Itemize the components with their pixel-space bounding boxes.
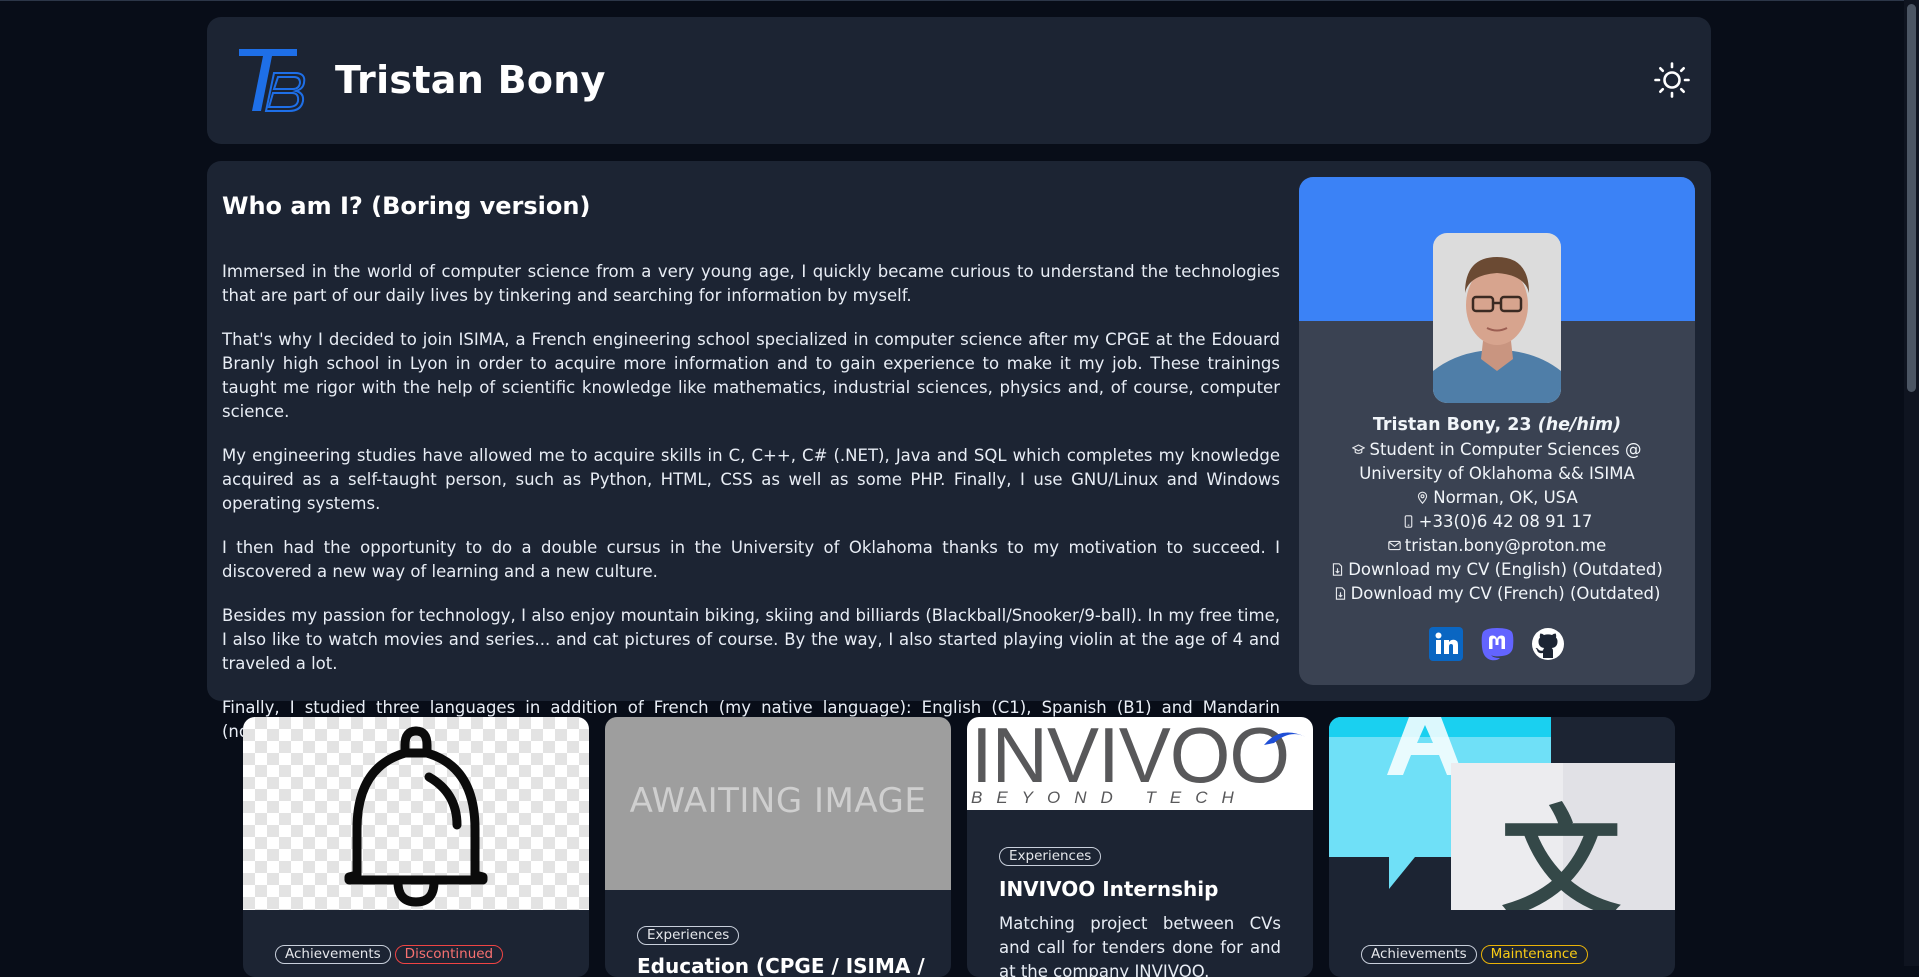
tag-experiences[interactable]: Experiences [637, 926, 740, 945]
translate-glyph: 文 [1501, 795, 1621, 910]
profile-email[interactable]: tristan.bony@proton.me [1299, 534, 1695, 558]
tag-maintenance[interactable]: Maintenance [1480, 945, 1588, 964]
card-tags: Achievements Maintenance [1361, 943, 1592, 964]
email-text: tristan.bony@proton.me [1404, 536, 1607, 555]
github-icon[interactable] [1531, 627, 1565, 661]
bio-paragraph: Besides my passion for technology, I als… [222, 606, 1280, 673]
file-download-icon [1334, 583, 1347, 600]
profile-location: Norman, OK, USA [1299, 486, 1695, 510]
profile-name: Tristan Bony, 23 (he/him) [1299, 412, 1695, 438]
location-text: Norman, OK, USA [1433, 488, 1578, 507]
graduation-cap-icon [1352, 439, 1366, 454]
bio-paragraph: That's why I decided to join ISIMA, a Fr… [222, 330, 1280, 421]
cv-english-text: Download my CV (English) (Outdated) [1348, 560, 1663, 579]
invivoo-logo: INVIVOO BEYOND TECH [967, 717, 1313, 810]
card-tags: Achievements Discontinued [275, 943, 507, 964]
about-heading: Who am I? (Boring version) [222, 192, 591, 220]
top-border [0, 0, 1919, 1]
bio-text: Immersed in the world of computer scienc… [222, 260, 1280, 764]
tag-experiences[interactable]: Experiences [999, 847, 1102, 866]
bio-paragraph: I then had the opportunity to do a doubl… [222, 538, 1280, 581]
invivoo-tagline: BEYOND TECH [971, 788, 1248, 807]
cv-french-link[interactable]: Download my CV (French) (Outdated) [1299, 582, 1695, 606]
cv-english-link[interactable]: Download my CV (English) (Outdated) [1299, 558, 1695, 582]
envelope-icon [1387, 535, 1401, 551]
phone-text: +33(0)6 42 08 91 17 [1418, 512, 1593, 531]
tag-achievements[interactable]: Achievements [275, 945, 391, 964]
social-links [1299, 627, 1695, 665]
scrollbar-thumb[interactable] [1907, 4, 1916, 392]
project-card[interactable]: Achievements Discontinued [243, 717, 589, 977]
bell-icon [344, 726, 488, 907]
scrollbar[interactable] [1904, 0, 1919, 966]
project-card[interactable]: INVIVOO BEYOND TECH Experiences INVIVOO … [967, 717, 1313, 977]
bio-paragraph: Immersed in the world of computer scienc… [222, 262, 1280, 305]
avatar [1433, 233, 1561, 403]
tag-achievements[interactable]: Achievements [1361, 945, 1477, 964]
sun-icon[interactable] [1653, 61, 1691, 99]
about-section: Who am I? (Boring version) Immersed in t… [207, 161, 1711, 741]
card-description: Matching project between CVs and call fo… [999, 914, 1281, 977]
profile-phone[interactable]: +33(0)6 42 08 91 17 [1299, 510, 1695, 534]
location-pin-icon [1416, 487, 1429, 505]
card-image-placeholder: AWAITING IMAGE [605, 717, 951, 890]
card-tags: Experiences [637, 924, 743, 945]
project-card[interactable]: AWAITING IMAGE Experiences Education (CP… [605, 717, 951, 977]
tb-logo[interactable] [237, 47, 309, 113]
linkedin-icon[interactable] [1428, 627, 1463, 661]
invivoo-swoosh-icon [1264, 732, 1306, 745]
mastodon-icon[interactable] [1480, 627, 1514, 661]
card-image [243, 717, 589, 910]
phone-icon [1402, 511, 1415, 528]
file-download-icon [1331, 559, 1344, 576]
profile-pronouns: (he/him) [1537, 415, 1622, 435]
awaiting-image-text: AWAITING IMAGE [629, 781, 927, 821]
profile-card: Tristan Bony, 23 (he/him) Student in Com… [1299, 177, 1695, 685]
bio-paragraph: My engineering studies have allowed me t… [222, 446, 1280, 513]
profile-info: Tristan Bony, 23 (he/him) Student in Com… [1299, 412, 1695, 606]
card-title: INVIVOO Internship [999, 877, 1219, 901]
translate-icon: 文 [1329, 717, 1675, 934]
card-tags: Experiences [999, 845, 1105, 866]
tag-discontinued[interactable]: Discontinued [394, 945, 504, 964]
occupation-text: Student in Computer Sciences @ Universit… [1359, 440, 1642, 483]
project-card[interactable]: 文 Achievements Maintenance [1329, 717, 1675, 977]
site-header: Tristan Bony [207, 17, 1711, 144]
profile-name-text: Tristan Bony, 23 [1372, 415, 1532, 435]
cv-french-text: Download my CV (French) (Outdated) [1350, 584, 1661, 603]
profile-occupation: Student in Computer Sciences @ Universit… [1299, 438, 1695, 486]
site-title: Tristan Bony [335, 58, 606, 102]
